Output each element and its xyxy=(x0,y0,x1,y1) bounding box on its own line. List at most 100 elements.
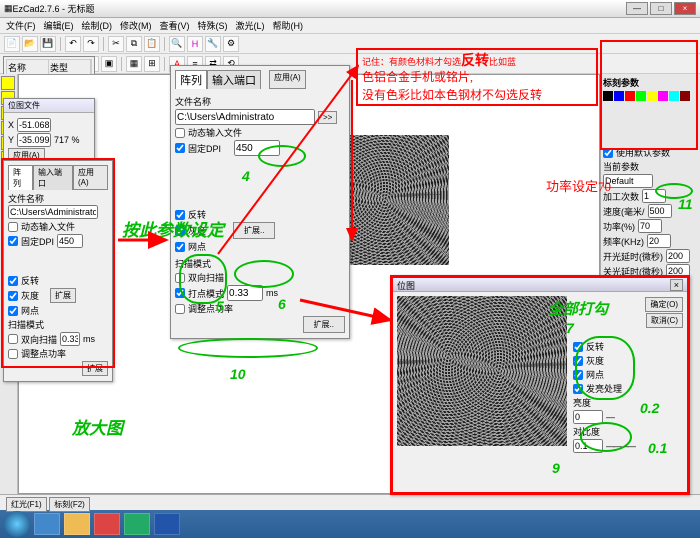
note-line1a: 记住：有颜色材料才勾选 xyxy=(362,57,461,67)
app-icon: ▦ xyxy=(4,3,13,14)
lbl-filename: 文件名称 xyxy=(175,95,345,108)
lbl-fixdpi: 固定DPI xyxy=(188,142,221,155)
shape-line[interactable] xyxy=(1,76,15,90)
red-light-button[interactable]: 红光(F1) xyxy=(6,497,47,512)
cancel-button[interactable]: 取消(C) xyxy=(646,313,683,328)
ring-dpi xyxy=(258,145,306,167)
taskbar xyxy=(0,510,700,538)
grid-icon[interactable]: ⊞ xyxy=(144,56,160,72)
btn-extend1[interactable]: 扩展.. xyxy=(233,222,275,239)
menu-view[interactable]: 查看(V) xyxy=(160,19,190,32)
lbl-y: Y xyxy=(8,135,14,145)
open-icon[interactable]: 📂 xyxy=(22,36,38,52)
cb-adjpower[interactable] xyxy=(175,304,185,314)
annot-redbox-left xyxy=(1,158,115,368)
props-title: 位图文件 xyxy=(4,99,94,113)
annot-n4: 4 xyxy=(242,168,250,184)
tab-port[interactable]: 输入端口 xyxy=(207,70,261,89)
lbl-ms: ms xyxy=(266,288,278,298)
btn-extend2[interactable]: 扩展.. xyxy=(303,316,345,333)
fit-icon[interactable]: ▣ xyxy=(101,56,117,72)
note-line1b: 反转 xyxy=(461,52,489,68)
menu-bar: 文件(F) 编辑(E) 绘制(D) 修改(M) 查看(V) 特殊(S) 激光(L… xyxy=(0,18,700,34)
annot-n5: 5 xyxy=(216,298,224,314)
note-power: 功率设定70 xyxy=(546,176,611,195)
fld-on[interactable] xyxy=(666,249,690,263)
tool2-icon[interactable]: ⚙ xyxy=(223,36,239,52)
lbl-brightness: 亮度 xyxy=(573,396,591,409)
annot-v02: 0.2 xyxy=(640,400,659,416)
cb-dynamic[interactable] xyxy=(175,128,185,138)
menu-special[interactable]: 特殊(S) xyxy=(198,19,228,32)
status-bar: 红光(F1) 标刻(F2) xyxy=(0,494,700,510)
ring-bmp-checks xyxy=(575,336,635,400)
mark-button[interactable]: 标刻(F2) xyxy=(49,497,90,512)
tool-icon[interactable]: 🔧 xyxy=(205,36,221,52)
lbl-power: 功率(%) xyxy=(603,220,635,233)
redo-icon[interactable]: ↷ xyxy=(83,36,99,52)
browse-button[interactable]: >> xyxy=(318,111,337,124)
fld-xpos[interactable] xyxy=(17,118,51,132)
bitmap-close-icon[interactable]: × xyxy=(670,279,683,291)
objlist-col-type[interactable]: 类型 xyxy=(49,60,91,75)
menu-help[interactable]: 帮助(H) xyxy=(273,19,304,32)
paste-icon[interactable]: 📋 xyxy=(144,36,160,52)
menu-laser[interactable]: 激光(L) xyxy=(236,19,265,32)
lbl-freq: 频率(KHz) xyxy=(603,235,644,248)
lbl-x: X xyxy=(8,120,14,130)
fld-path[interactable] xyxy=(175,109,315,125)
start-button[interactable] xyxy=(4,511,30,537)
ok-button[interactable]: 确定(O) xyxy=(645,297,683,312)
annot-v01: 0.1 xyxy=(648,440,667,456)
task-excel[interactable] xyxy=(124,513,150,535)
task-word[interactable] xyxy=(154,513,180,535)
annot-set-params: 按此参数设定 xyxy=(122,216,224,241)
cb-halftone[interactable] xyxy=(175,242,185,252)
menu-modify[interactable]: 修改(M) xyxy=(120,19,152,32)
task-explorer[interactable] xyxy=(64,513,90,535)
fld-ypos[interactable] xyxy=(17,133,51,147)
zoom-icon[interactable]: 🔍 xyxy=(169,36,185,52)
annot-n7: 7 xyxy=(566,320,574,336)
lbl-dynamic: 动态输入文件 xyxy=(188,126,242,139)
apply-btn[interactable]: 应用(A) xyxy=(269,70,306,89)
annot-n9: 9 xyxy=(552,460,560,476)
lbl-on-delay: 开光延时(微秒) xyxy=(603,250,663,263)
task-ie[interactable] xyxy=(34,513,60,535)
window-title: EzCad2.7.6 - 无标题 xyxy=(13,2,626,15)
bitmap-preview xyxy=(397,296,567,446)
lbl-adjpower: 调整点功率 xyxy=(188,302,233,315)
fld-speed[interactable] xyxy=(648,204,672,218)
minimize-button[interactable]: — xyxy=(626,2,648,15)
lbl-halftone: 网点 xyxy=(188,240,206,253)
bitmap-dialog: 位图× 确定(O) 取消(C) 反转 灰度 网点 发亮处理 亮度 — 对比度 —… xyxy=(390,275,690,495)
objlist-col-name[interactable]: 名称 xyxy=(7,60,49,75)
maximize-button[interactable]: □ xyxy=(650,2,672,15)
slider-bright[interactable]: — xyxy=(606,412,613,422)
undo-icon[interactable]: ↶ xyxy=(65,36,81,52)
annot-zoom: 放大图 xyxy=(72,414,123,439)
fld-freq[interactable] xyxy=(647,234,671,248)
ring-extend xyxy=(234,260,294,288)
cut-icon[interactable]: ✂ xyxy=(108,36,124,52)
lbl-ysize: 717 % xyxy=(54,135,80,145)
new-icon[interactable]: 📄 xyxy=(4,36,20,52)
ring-contrast xyxy=(580,422,632,452)
hatch-icon[interactable]: H xyxy=(187,36,203,52)
copy-icon[interactable]: ⧉ xyxy=(126,36,142,52)
cb-fixdpi[interactable] xyxy=(175,143,185,153)
close-button[interactable]: × xyxy=(674,2,696,15)
save-icon[interactable]: 💾 xyxy=(40,36,56,52)
note-line1c: 比如蓝 xyxy=(489,57,516,67)
tab-array[interactable]: 阵列 xyxy=(175,70,207,89)
fld-power[interactable] xyxy=(638,219,662,233)
menu-file[interactable]: 文件(F) xyxy=(6,19,36,32)
task-ppt[interactable] xyxy=(94,513,120,535)
menu-edit[interactable]: 编辑(E) xyxy=(44,19,74,32)
snap-icon[interactable]: ▦ xyxy=(126,56,142,72)
bitmap-title: 位图 xyxy=(397,281,415,291)
note-line3: 没有色彩比如本色钢材不勾选反转 xyxy=(362,86,542,103)
note-line2: 色铝合金手机或铭片, xyxy=(362,68,473,85)
menu-draw[interactable]: 绘制(D) xyxy=(82,19,113,32)
ring-checks xyxy=(179,254,227,304)
